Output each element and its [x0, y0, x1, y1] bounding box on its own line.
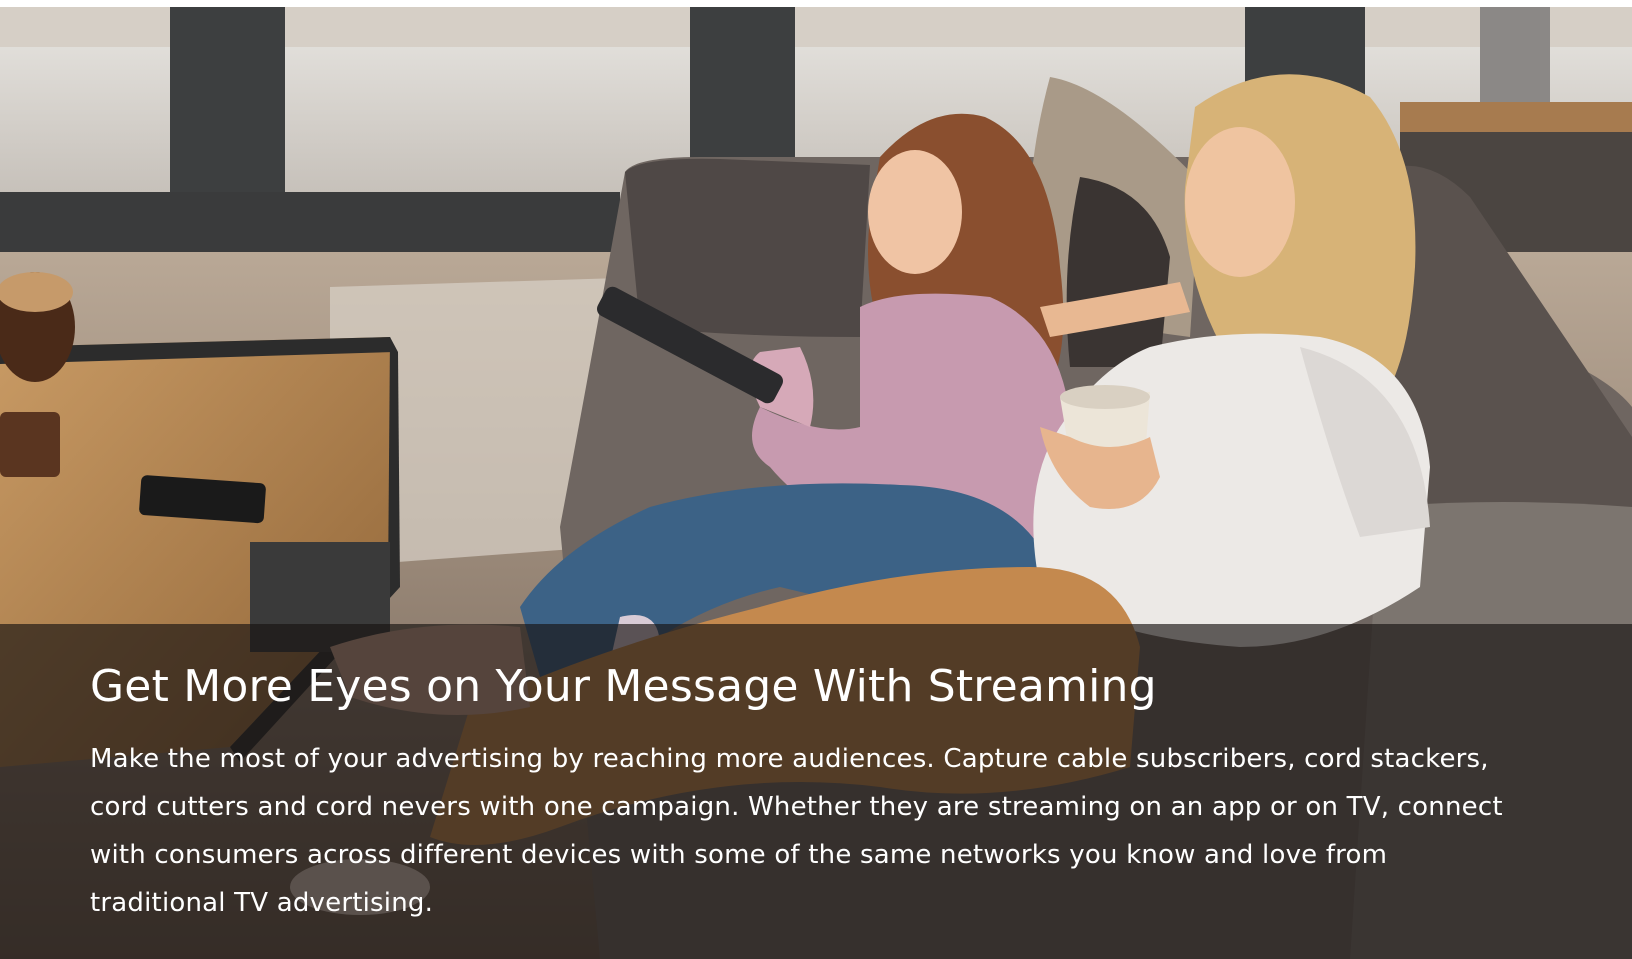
- hero-headline: Get More Eyes on Your Message With Strea…: [90, 661, 1157, 712]
- hero-banner: Get More Eyes on Your Message With Strea…: [0, 7, 1632, 959]
- hero-body-text: Make the most of your advertising by rea…: [90, 744, 1503, 918]
